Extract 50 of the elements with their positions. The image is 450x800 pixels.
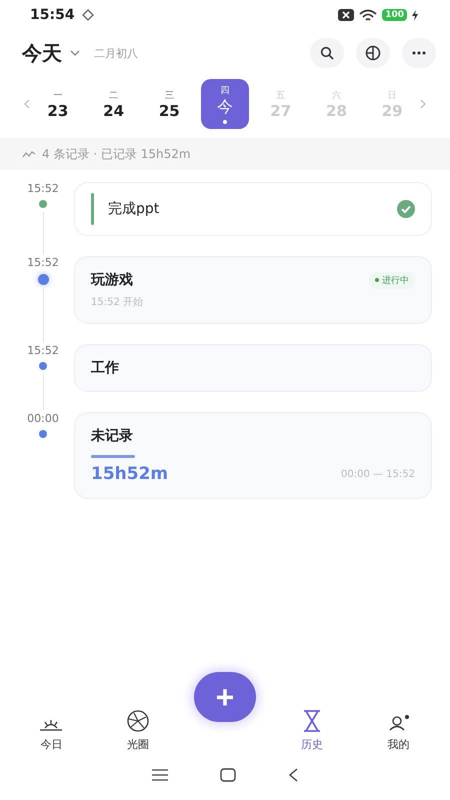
status-time: 15:54 xyxy=(30,7,75,23)
aperture-icon xyxy=(126,710,150,732)
user-icon xyxy=(388,714,410,732)
record-card[interactable]: 完成ppt xyxy=(74,182,432,236)
hourglass-icon xyxy=(302,710,322,732)
record-title: 未记录 xyxy=(91,427,134,445)
charging-icon xyxy=(412,10,418,20)
record-card[interactable]: 工作 xyxy=(74,344,432,392)
nav-tab[interactable]: 今日 xyxy=(8,718,95,752)
record-time: 00:00 xyxy=(27,412,59,425)
wifi-icon xyxy=(359,8,378,22)
record-time: 15:52 xyxy=(27,256,59,269)
record-subtitle: 15:52 开始 xyxy=(91,296,144,309)
menu-icon[interactable] xyxy=(152,769,168,781)
trend-icon xyxy=(22,150,36,158)
search-button[interactable] xyxy=(310,38,344,68)
chart-button[interactable] xyxy=(356,38,390,68)
sunrise-icon xyxy=(39,718,64,732)
record-time: 15:52 xyxy=(27,344,59,357)
chevron-down-icon[interactable] xyxy=(70,49,80,57)
search-icon xyxy=(320,46,334,60)
nav-tab[interactable]: 我的 xyxy=(355,714,442,752)
record-title: 玩游戏 xyxy=(91,271,133,289)
add-button[interactable]: + xyxy=(194,672,256,722)
diamond-icon xyxy=(82,9,94,21)
day-button[interactable]: 三 25 xyxy=(145,79,194,129)
close-icon xyxy=(338,9,354,21)
nav-tab[interactable]: 历史 xyxy=(268,710,356,752)
time-range: 00:00 — 15:52 xyxy=(341,468,415,480)
pie-chart-icon xyxy=(365,45,381,61)
record-title: 工作 xyxy=(91,359,120,377)
day-button[interactable]: 一 23 xyxy=(34,79,82,129)
more-button[interactable] xyxy=(402,38,436,68)
lunar-date: 二月初八 xyxy=(94,46,138,60)
duration-text: 15h52m xyxy=(91,464,168,484)
status-badge: 进行中 xyxy=(369,272,415,288)
check-icon xyxy=(397,200,415,218)
page-title: 今天 xyxy=(22,40,62,66)
nav-tab[interactable]: 光圈 xyxy=(94,710,182,752)
summary-text: 4 条记录 · 已记录 15h52m xyxy=(42,146,191,162)
record-card[interactable]: 玩游戏 进行中 15:52 开始 xyxy=(74,256,432,324)
more-icon xyxy=(412,51,426,55)
record-title: 完成ppt xyxy=(108,200,160,218)
home-icon[interactable] xyxy=(220,768,236,782)
battery-level: 100 xyxy=(382,9,407,21)
record-card[interactable]: 未记录 15h52m 00:00 — 15:52 xyxy=(74,412,432,499)
back-icon[interactable] xyxy=(288,768,298,782)
day-button[interactable]: 四 今 xyxy=(201,79,249,129)
record-time: 15:52 xyxy=(27,182,59,195)
day-button[interactable]: 二 24 xyxy=(90,79,138,129)
